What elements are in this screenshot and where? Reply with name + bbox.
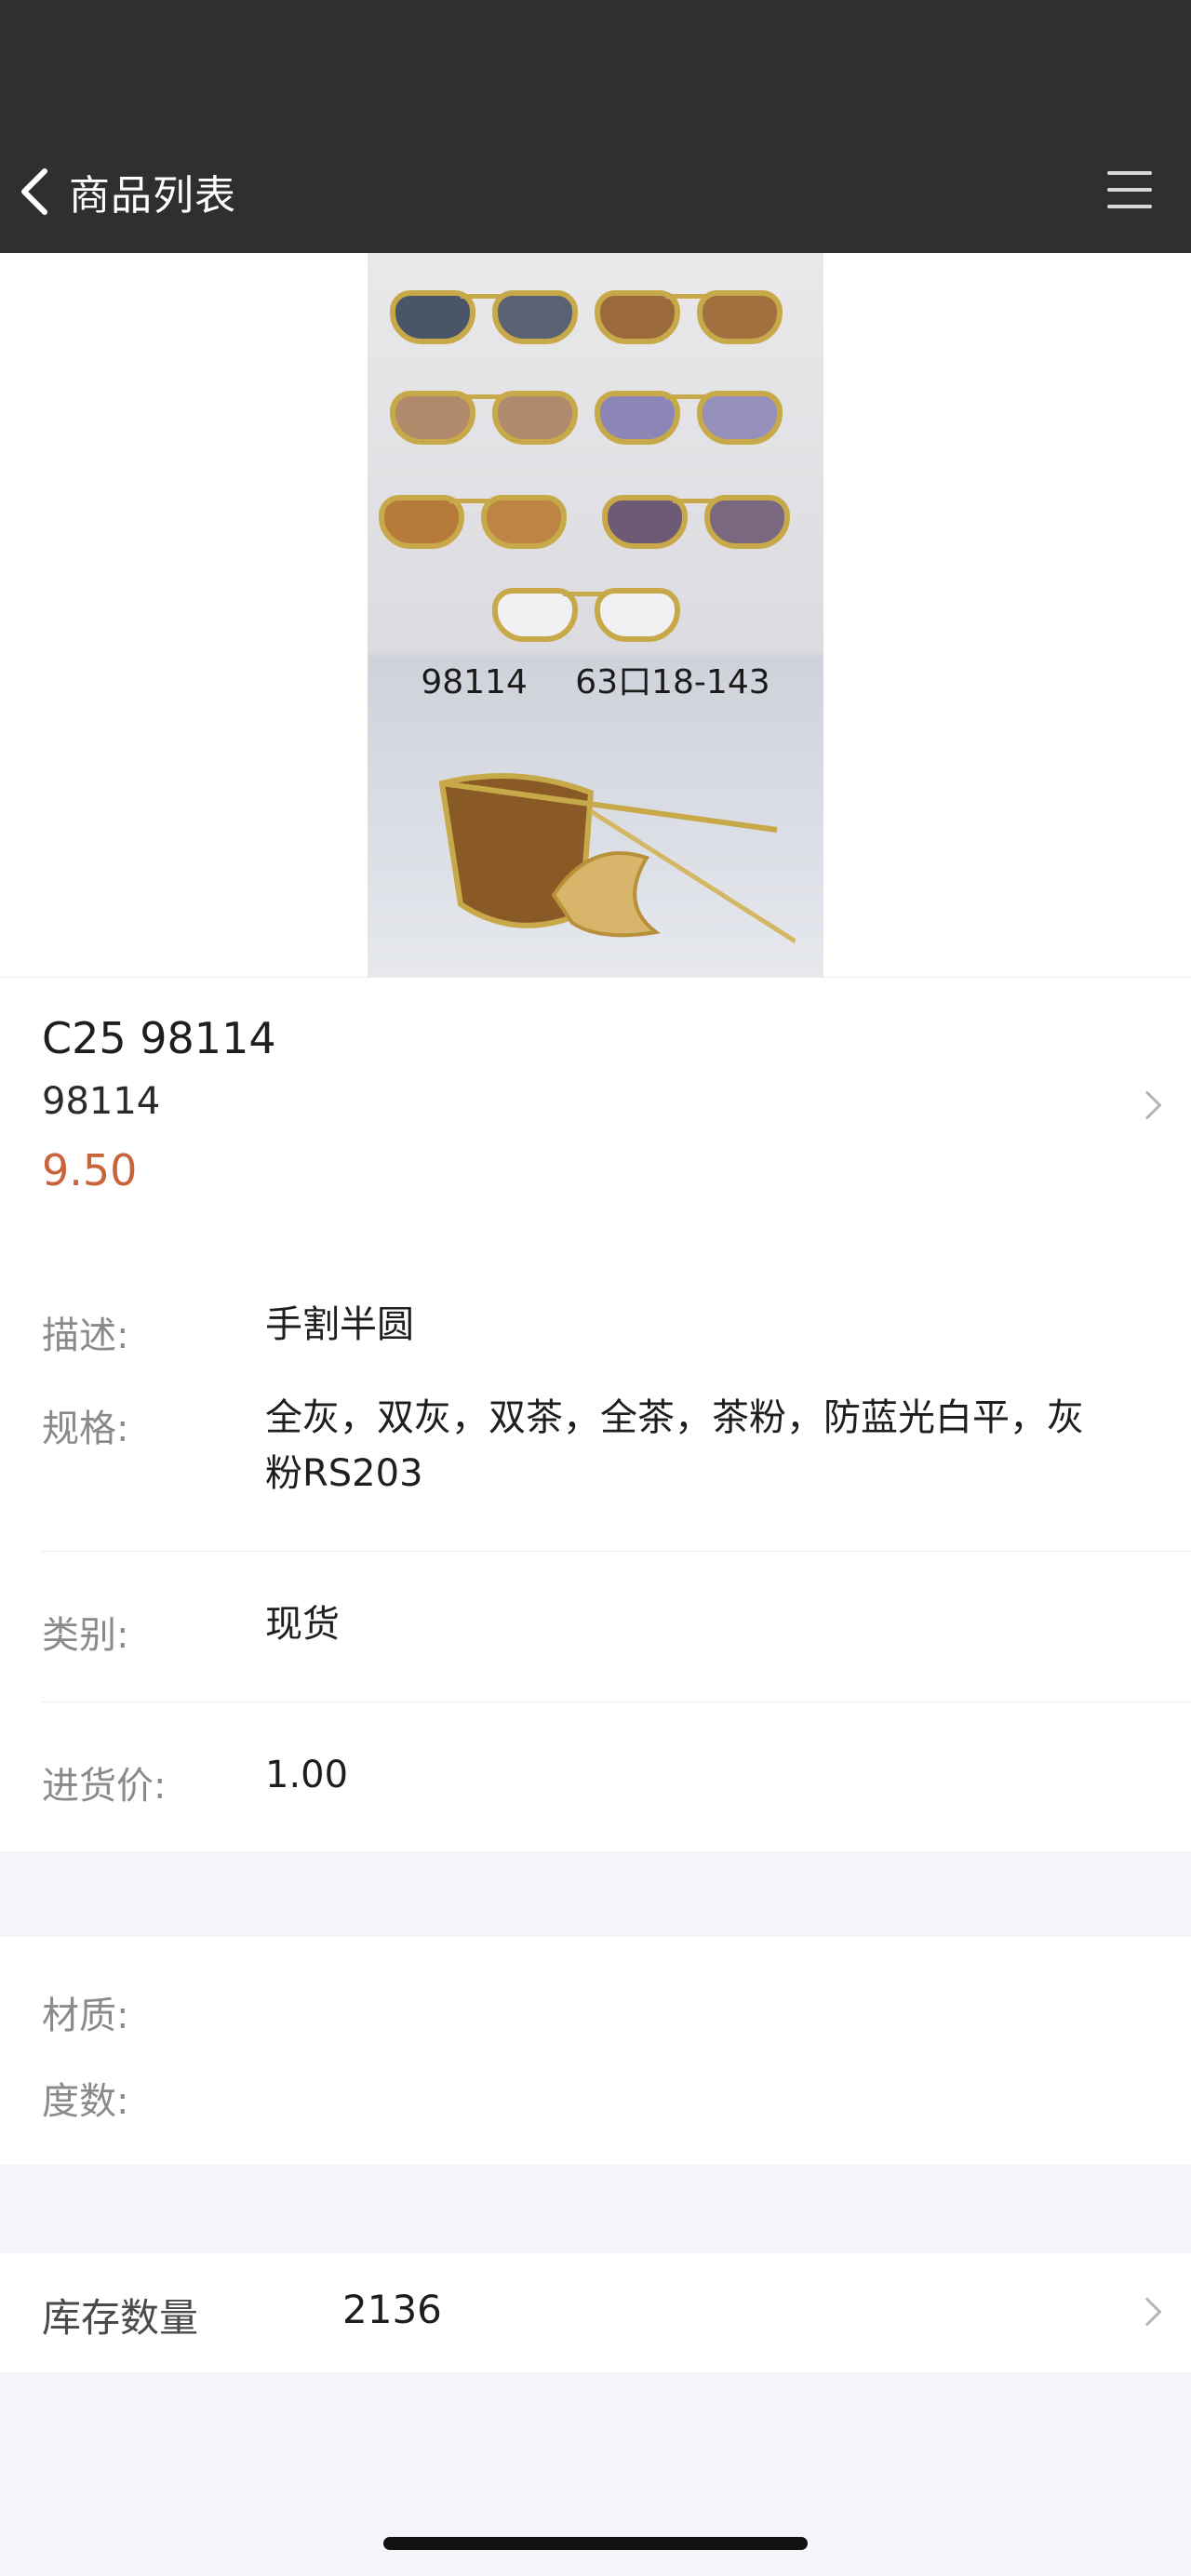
category-label: 类别: bbox=[42, 1614, 129, 1657]
sunglasses-image bbox=[598, 487, 794, 553]
image-caption: 98114 63口18-143 bbox=[421, 663, 770, 701]
sunglasses-collage bbox=[368, 253, 823, 718]
description-label: 描述: bbox=[42, 1315, 129, 1357]
description-value: 手割半圆 bbox=[265, 1303, 414, 1346]
chevron-left-icon bbox=[21, 168, 47, 215]
top-navigation-bar: 商品列表 bbox=[0, 0, 1191, 253]
back-button-label: 商品列表 bbox=[69, 172, 236, 220]
material-section: 材质: 度数: bbox=[0, 1937, 1191, 2165]
butterfly-sunglasses-image bbox=[438, 773, 796, 944]
sunglasses-image bbox=[386, 283, 582, 348]
home-indicator[interactable] bbox=[383, 2537, 808, 2550]
divider bbox=[42, 1551, 1191, 1552]
stock-quantity-row[interactable]: 库存数量 2136 bbox=[0, 2253, 1191, 2372]
cost-price-label: 进货价: bbox=[42, 1765, 167, 1808]
product-name: C25 98114 bbox=[42, 1013, 276, 1063]
sunglasses-image bbox=[591, 283, 786, 348]
product-info-row[interactable]: C25 98114 98114 9.50 bbox=[0, 977, 1191, 1243]
degree-label: 度数: bbox=[42, 2080, 129, 2123]
spec-value-line2: 粉RS203 bbox=[265, 1452, 423, 1495]
product-image-area: 98114 63口18-143 bbox=[0, 253, 1191, 977]
product-details-section: 描述: 手割半圆 规格: 全灰，双灰，双茶，全茶，茶粉，防蓝光白平，灰 粉RS2… bbox=[0, 1242, 1191, 1851]
chevron-right-icon bbox=[1132, 2297, 1162, 2327]
chevron-right-icon bbox=[1132, 1090, 1162, 1120]
product-price: 9.50 bbox=[42, 1145, 138, 1195]
back-to-product-list-button[interactable]: 商品列表 bbox=[17, 158, 259, 225]
clear-glasses-image bbox=[488, 581, 684, 646]
category-value: 现货 bbox=[265, 1603, 340, 1646]
sunglasses-image bbox=[591, 383, 786, 448]
material-label: 材质: bbox=[42, 1995, 129, 2037]
product-photo[interactable]: 98114 63口18-143 bbox=[368, 253, 823, 977]
cost-price-value: 1.00 bbox=[265, 1754, 349, 1796]
sunglasses-image bbox=[386, 383, 582, 448]
product-code: 98114 bbox=[42, 1080, 161, 1123]
spec-value-line1: 全灰，双灰，双茶，全茶，茶粉，防蓝光白平，灰 bbox=[265, 1396, 1084, 1439]
menu-icon[interactable] bbox=[1107, 167, 1156, 212]
sunglasses-image bbox=[375, 487, 570, 553]
spec-label: 规格: bbox=[42, 1408, 129, 1450]
stock-quantity-value: 2136 bbox=[342, 2287, 442, 2332]
stock-quantity-label: 库存数量 bbox=[42, 2295, 199, 2341]
